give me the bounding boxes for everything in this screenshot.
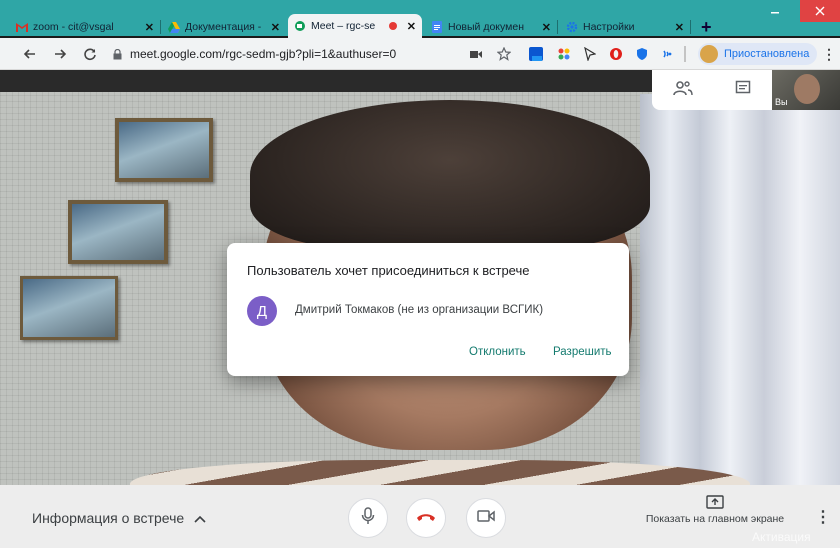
tab-label: Настройки	[583, 21, 635, 33]
close-tab-icon[interactable]: ✕	[542, 21, 551, 34]
present-screen-icon	[640, 495, 790, 509]
google-docs-icon	[431, 21, 443, 33]
tab-label: Meet – rgc-se	[311, 20, 376, 32]
curtain-background	[640, 94, 840, 485]
tab-documentation[interactable]: Документация - ✕	[162, 16, 286, 38]
profile-status: Приостановлена	[724, 48, 810, 60]
url-text: meet.google.com/rgc-sedm-gjb?pli=1&authu…	[130, 47, 397, 61]
chevron-up-icon	[194, 510, 206, 526]
microphone-icon	[361, 506, 375, 530]
tab-separator	[557, 20, 558, 34]
close-tab-icon[interactable]: ✕	[675, 21, 684, 34]
tab-label: zoom - cit@vsgal	[33, 21, 114, 33]
settings-gear-icon	[566, 21, 578, 33]
recording-dot-icon	[387, 20, 399, 32]
tab-separator	[690, 20, 691, 34]
participants-icon[interactable]	[673, 80, 693, 101]
tab-separator	[160, 20, 161, 34]
requester-name: Дмитрий Токмаков (не из организации ВСГИ…	[295, 304, 544, 316]
allow-button[interactable]: Разрешить	[553, 346, 612, 358]
more-menu-icon[interactable]: ⋮	[822, 46, 836, 63]
chat-icon[interactable]	[735, 80, 751, 101]
close-tab-icon[interactable]: ✕	[145, 21, 154, 34]
gmail-icon	[16, 21, 28, 33]
new-tab-button[interactable]: +	[701, 17, 712, 38]
more-options-icon[interactable]: ⋮	[815, 507, 831, 527]
cursor-extension-icon[interactable]	[582, 46, 598, 62]
google-meet-icon	[294, 20, 306, 32]
lock-icon	[113, 48, 122, 60]
meet-top-panel	[652, 70, 772, 110]
wall-painting	[68, 200, 168, 264]
tab-label: Новый докумен	[448, 21, 524, 33]
close-tab-icon[interactable]: ✕	[407, 20, 416, 33]
minimize-button[interactable]	[760, 0, 790, 22]
tab-gmail[interactable]: zoom - cit@vsgal ✕	[10, 16, 160, 38]
url-field[interactable]: meet.google.com/rgc-sedm-gjb?pli=1&authu…	[113, 45, 396, 63]
hang-up-icon	[416, 509, 436, 527]
window-close-button[interactable]	[800, 0, 840, 22]
meeting-info-label: Информация о встрече	[32, 510, 185, 526]
address-bar: meet.google.com/rgc-sedm-gjb?pli=1&authu…	[0, 38, 840, 70]
bookmark-star-icon[interactable]	[496, 46, 512, 62]
close-tab-icon[interactable]: ✕	[271, 21, 280, 34]
wifi-extension-icon[interactable]	[660, 46, 676, 62]
extension-off-icon[interactable]	[528, 46, 544, 62]
browser-tab-bar: zoom - cit@vsgal ✕ Документация - ✕ Meet…	[0, 0, 840, 38]
avatar	[700, 45, 718, 63]
meet-controls-bar: Информация о встрече Показать на главном…	[0, 485, 840, 548]
wall-painting	[20, 276, 118, 340]
microphone-button[interactable]	[348, 498, 388, 538]
back-arrow-icon[interactable]	[20, 44, 40, 64]
tab-new-document[interactable]: Новый докумен ✕	[425, 16, 557, 38]
screen: zoom - cit@vsgal ✕ Документация - ✕ Meet…	[0, 0, 840, 548]
camera-in-use-icon[interactable]	[468, 46, 484, 62]
present-now-button[interactable]: Показать на главном экране	[640, 495, 790, 525]
deny-button[interactable]: Отклонить	[469, 346, 526, 358]
forward-arrow-icon[interactable]	[50, 44, 70, 64]
toolbar-divider	[684, 46, 686, 62]
meeting-info-button[interactable]: Информация о встрече	[32, 510, 206, 526]
profile-button[interactable]: Приостановлена	[698, 43, 818, 65]
dialog-title: Пользователь хочет присоединиться к встр…	[247, 263, 530, 278]
requester-avatar: Д	[247, 296, 277, 326]
colorful-dots-extension-icon[interactable]	[556, 46, 572, 62]
tab-settings[interactable]: Настройки ✕	[560, 16, 690, 38]
shield-icon[interactable]	[634, 46, 650, 62]
camera-button[interactable]	[466, 498, 506, 538]
activation-watermark: Активация	[752, 530, 811, 544]
present-label: Показать на главном экране	[645, 513, 785, 525]
wall-painting	[115, 118, 213, 182]
join-request-dialog: Пользователь хочет присоединиться к встр…	[227, 243, 629, 376]
reload-icon[interactable]	[80, 44, 100, 64]
end-call-button[interactable]	[406, 498, 446, 538]
self-view-face	[794, 74, 820, 104]
opera-icon[interactable]	[608, 46, 624, 62]
tab-meet[interactable]: Meet – rgc-se ✕	[288, 14, 422, 38]
participant-hair	[250, 100, 650, 250]
self-view-label: Вы	[775, 97, 788, 107]
google-drive-icon	[168, 21, 180, 33]
tab-label: Документация -	[185, 21, 262, 33]
camera-icon	[477, 509, 495, 527]
self-view-thumbnail[interactable]: Вы	[772, 70, 840, 110]
